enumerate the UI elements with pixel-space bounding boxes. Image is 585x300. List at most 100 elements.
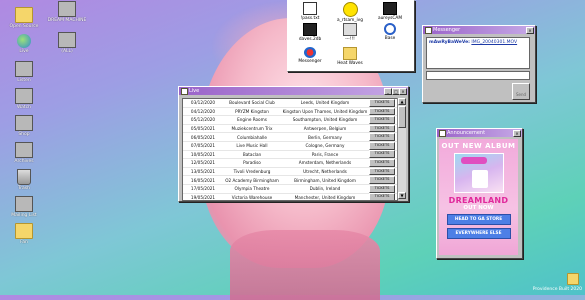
trash-icon — [17, 169, 31, 185]
disk-icon — [58, 1, 76, 17]
tickets-button[interactable]: TICKETS — [369, 107, 395, 116]
close-button[interactable]: × — [526, 27, 534, 34]
desktop-icon-label: Listen — [17, 78, 31, 83]
tour-city: Antwerpen, Belgium — [303, 126, 347, 132]
tour-date-row: 05/05/2021 Muziekcentrum Trix Antwerpen, B… — [183, 124, 397, 134]
tour-date: 05/12/2020 — [190, 117, 216, 123]
desktop-icon-live[interactable]: Live — [1, 34, 47, 54]
close-button[interactable]: × — [399, 88, 407, 95]
explorer-item-daves[interactable]: daves.2db — [292, 23, 328, 42]
mail-icon — [15, 196, 33, 212]
desktop-icon-label: Mailing List — [11, 213, 37, 218]
window-icon — [439, 130, 446, 137]
scroll-up-button[interactable]: ▲ — [398, 98, 406, 105]
album-cover-image[interactable] — [453, 153, 504, 193]
chat-input[interactable] — [426, 71, 530, 80]
folder-icon — [15, 223, 33, 239]
messenger-titlebar[interactable]: Messenger × — [423, 26, 535, 34]
tour-date-row: 12/05/2021 Paradiso Amsterdam, Netherlands… — [183, 159, 397, 168]
tour-city: Dublin, Ireland — [309, 186, 341, 192]
tour-date: 10/05/2021 — [190, 151, 216, 157]
desktop-icon-archives[interactable]: Archives — [1, 142, 47, 164]
live-window[interactable]: Live _ □ × 03/12/2020 Boulevard Social Cl… — [178, 86, 409, 202]
tickets-button[interactable]: TICKETS — [369, 133, 395, 142]
folder-icon[interactable] — [567, 273, 579, 285]
desktop-icon-dream-machine[interactable]: DREAM MACHINE — [44, 1, 90, 23]
desktop-icon-label: Watch — [16, 105, 31, 110]
tour-venue: Boulevard Social Club — [229, 100, 275, 106]
tour-date-row: 13/05/2021 Tivoli Vredenburg Utrecht, Neth… — [183, 167, 397, 177]
send-button[interactable]: Send — [512, 83, 530, 100]
tour-date: 17/05/2021 — [190, 186, 216, 192]
explorer-item-messenger[interactable]: Messenger — [292, 47, 328, 64]
live-titlebar[interactable]: Live _ □ × — [179, 87, 408, 95]
desktop-icon-mailing-list[interactable]: Mailing List — [1, 196, 47, 218]
send-label: Send — [515, 92, 527, 97]
scroll-thumb[interactable] — [398, 106, 406, 128]
explorer-item-help[interactable]: ---!!! — [332, 23, 368, 42]
desktop-icon-open-source[interactable]: Open Source — [1, 7, 47, 29]
desktop-icon-trash[interactable]: Trash — [1, 169, 47, 191]
explorer-item-label: daves.2db — [298, 37, 322, 42]
desktop-icon-listen[interactable]: Listen — [1, 61, 47, 83]
desktop-icon-fan[interactable]: Fan — [1, 223, 47, 245]
tickets-button[interactable]: TICKETS — [369, 184, 395, 193]
help-icon — [343, 23, 357, 36]
tour-city: Kingston Upon Thames, United Kingdom — [282, 108, 368, 114]
explorer-item-heat-waves[interactable]: Heat Waves — [332, 47, 368, 66]
explorer-item-smiley[interactable]: a_rtsam_ivg — [332, 2, 368, 23]
desktop-icon-label: Archives — [14, 159, 34, 164]
album-titlebar[interactable]: Announcement × — [437, 129, 522, 137]
tickets-button[interactable]: TICKETS — [369, 159, 395, 167]
everywhere-else-button[interactable]: EVERYWHERE ELSE — [446, 228, 511, 239]
album-name: DREAMLAND — [448, 196, 509, 205]
minimize-button[interactable]: _ — [384, 88, 392, 95]
tickets-button[interactable]: TICKETS — [369, 99, 395, 107]
explorer-item-label: !pass.txt — [300, 16, 320, 21]
close-button[interactable]: × — [513, 130, 521, 137]
tickets-button[interactable]: TICKETS — [369, 176, 395, 185]
scroll-down-button[interactable]: ▼ — [398, 192, 406, 199]
tour-city: Southampton, United Kingdom — [292, 117, 358, 123]
executable-icon — [303, 23, 317, 36]
tour-city: Birmingham, United Kingdom — [294, 177, 356, 183]
ga-store-button[interactable]: HEAD TO GA STORE — [446, 214, 511, 225]
chat-nick: mAwRyBaWeVe: — [429, 40, 470, 45]
desktop-icon-label: Trash — [18, 186, 30, 191]
tour-venue: Engine Rooms — [237, 117, 267, 123]
tour-venue: Columbiahalle — [237, 134, 267, 140]
window-icon — [181, 88, 188, 95]
explorer-item-cam[interactable]: aureysCAM — [372, 2, 408, 21]
messenger-window[interactable]: Messenger × mAwRyBaWeVe: IMG_20040301.MO… — [422, 25, 536, 103]
folder-icon — [343, 47, 357, 60]
file-explorer-window[interactable]: !pass.txt a_rtsam_ivg aureysCAM daves.2d… — [287, 0, 415, 72]
shirt-image — [471, 170, 488, 188]
messenger-title: Messenger — [433, 27, 461, 33]
tour-date: 12/05/2021 — [190, 160, 216, 166]
desktop-icon-shop[interactable]: Shop — [1, 115, 47, 137]
desktop-icon-all[interactable]: (ALL) — [44, 32, 90, 54]
chat-link[interactable]: IMG_20040301.MOV — [471, 40, 517, 45]
tour-venue: Muziekcentrum Trix — [231, 126, 273, 132]
disk-icon — [58, 32, 76, 48]
statue-neck — [230, 230, 380, 300]
tickets-button[interactable]: TICKETS — [369, 193, 395, 200]
tickets-button[interactable]: TICKETS — [369, 124, 395, 133]
explorer-item-pass[interactable]: !pass.txt — [292, 2, 328, 21]
tickets-button[interactable]: TICKETS — [369, 150, 395, 159]
smiley-icon — [342, 2, 358, 17]
explorer-item-label: Base — [384, 36, 396, 41]
tickets-button[interactable]: TICKETS — [369, 167, 395, 176]
album-window[interactable]: Announcement × OUT NEW ALBUM DREAMLAND O… — [436, 128, 523, 259]
tour-city: Cologne, Germany — [305, 143, 345, 149]
tour-city: Amsterdam, Netherlands — [298, 160, 352, 166]
tickets-button[interactable]: TICKETS — [369, 116, 395, 124]
tour-city: Leeds, United Kingdom — [300, 100, 350, 106]
explorer-item-base[interactable]: Base — [372, 23, 408, 41]
desktop-icon-label: (ALL) — [61, 49, 73, 54]
live-scrollbar[interactable]: ▲ ▼ — [397, 98, 406, 199]
tour-venue: Victoria Warehouse — [231, 194, 273, 200]
footer-credit: Providence Built 2020 — [532, 287, 582, 292]
tickets-button[interactable]: TICKETS — [369, 141, 395, 150]
desktop-icon-watch[interactable]: Watch — [1, 88, 47, 110]
